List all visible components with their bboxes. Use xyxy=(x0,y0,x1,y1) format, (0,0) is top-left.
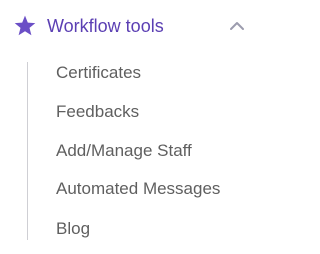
chevron-up-icon[interactable] xyxy=(229,20,245,32)
sidebar-item-blog[interactable]: Blog xyxy=(56,216,90,242)
submenu-rail xyxy=(27,62,28,240)
sidebar-item-feedbacks[interactable]: Feedbacks xyxy=(56,99,139,125)
sidebar-item-add-manage-staff[interactable]: Add/Manage Staff xyxy=(56,138,192,164)
sidebar-item-certificates[interactable]: Certificates xyxy=(56,60,141,86)
workflow-tools-submenu: Certificates Feedbacks Add/Manage Staff … xyxy=(0,58,255,242)
nav-group-title: Workflow tools xyxy=(47,16,164,36)
sidebar-item-automated-messages[interactable]: Automated Messages xyxy=(56,176,220,202)
star-icon xyxy=(13,14,37,38)
workflow-tools-toggle[interactable]: Workflow tools xyxy=(0,8,255,44)
sidebar-nav-group-workflow-tools: Workflow tools Certificates Feedbacks Ad… xyxy=(0,0,255,254)
